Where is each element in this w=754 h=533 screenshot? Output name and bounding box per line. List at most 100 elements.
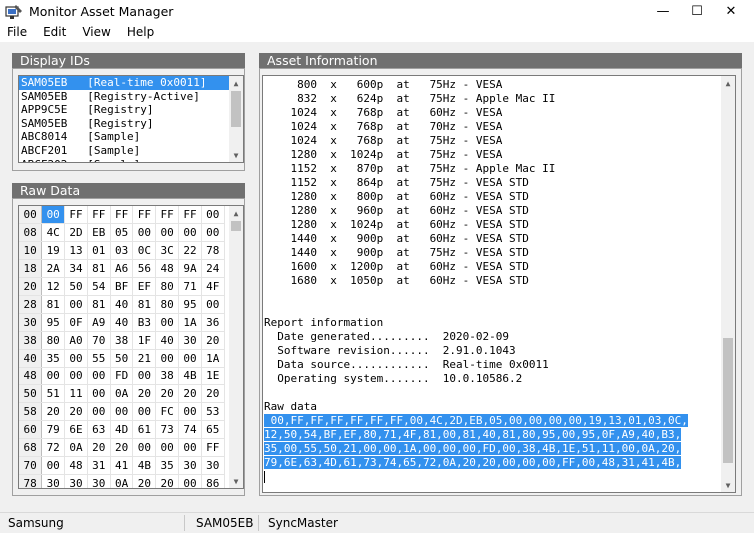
hex-byte-cell[interactable]: A0 [64,331,88,350]
hex-byte-cell[interactable]: 20 [110,438,134,457]
hex-byte-cell[interactable]: 20 [132,474,157,488]
scroll-down-icon[interactable]: ▼ [229,148,243,162]
hex-byte-cell[interactable]: 30 [178,456,202,475]
hex-byte-cell[interactable]: 21 [132,349,157,368]
hex-byte-cell[interactable]: 3C [155,241,180,261]
hex-byte-cell[interactable]: 4B [132,456,157,475]
hex-byte-cell[interactable]: 22 [178,241,202,261]
hex-byte-cell[interactable]: 00 [201,206,225,225]
hex-byte-cell[interactable]: 20 [64,402,88,422]
hex-byte-cell[interactable]: 00 [87,402,111,422]
hex-byte-cell[interactable]: 0F [64,313,88,332]
hex-byte-cell[interactable]: 40 [110,313,134,332]
display-id-item[interactable]: SAM05EB [Registry-Active] [19,90,243,104]
hex-byte-cell[interactable]: 0C [132,241,157,261]
hex-byte-cell[interactable]: 95 [41,313,66,332]
asset-information-text[interactable]: 800 x 600p at 75Hz - VESA 832 x 624p at … [262,75,736,493]
hex-byte-cell[interactable]: 65 [201,420,225,440]
hex-byte-cell[interactable]: 95 [178,295,202,314]
hex-byte-cell[interactable]: 20 [87,438,111,457]
display-ids-list[interactable]: SAM05EB [Real-time 0x0011] SAM05EB [Regis… [18,75,244,163]
hex-byte-cell[interactable]: 55 [87,349,111,368]
raw-data-scrollbar[interactable]: ▲ ▼ [229,206,243,488]
display-id-item[interactable]: ABCF201 [Sample] [19,144,243,158]
hex-byte-cell[interactable]: 0A [110,474,134,488]
hex-byte-cell[interactable]: 41 [110,456,134,475]
hex-byte-cell[interactable]: 0A [110,384,134,404]
menu-file[interactable]: File [0,23,35,42]
hex-byte-cell[interactable]: 50 [64,277,88,296]
hex-byte-cell[interactable]: FC [155,402,180,422]
hex-byte-cell[interactable]: 72 [41,438,66,457]
hex-byte-cell[interactable]: 20 [41,402,66,422]
hex-byte-cell[interactable]: 73 [155,420,180,440]
hex-byte-cell[interactable]: 12 [41,277,66,296]
hex-byte-cell[interactable]: 20 [201,384,225,404]
hex-byte-cell[interactable]: 20 [155,384,180,404]
hex-byte-cell[interactable]: 48 [64,456,88,475]
hex-byte-cell[interactable]: 00 [155,313,180,332]
hex-byte-cell[interactable]: 56 [132,259,157,279]
menu-view[interactable]: View [74,23,118,42]
hex-byte-cell[interactable]: 20 [178,384,202,404]
hex-byte-cell[interactable]: FF [87,206,111,225]
hex-byte-cell[interactable]: B3 [132,313,157,332]
hex-byte-cell[interactable]: 00 [41,456,66,475]
hex-byte-cell[interactable]: 00 [178,438,202,457]
hex-byte-cell[interactable]: 00 [201,295,225,314]
hex-byte-cell[interactable]: 81 [87,259,111,279]
hex-byte-cell[interactable]: FF [132,206,157,225]
hex-byte-cell[interactable]: 4D [110,420,134,440]
hex-byte-cell[interactable]: 03 [110,241,134,261]
hex-byte-cell[interactable]: 71 [178,277,202,296]
hex-byte-cell[interactable]: 4B [178,367,202,386]
hex-byte-cell[interactable]: 70 [87,331,111,350]
hex-byte-cell[interactable]: 2D [64,223,88,243]
hex-byte-cell[interactable]: 35 [41,349,66,368]
hex-byte-cell[interactable]: 00 [132,402,157,422]
hex-byte-cell[interactable]: 20 [155,474,180,488]
hex-byte-cell[interactable]: 00 [41,206,66,225]
hex-byte-cell[interactable]: 4C [41,223,66,243]
scroll-up-icon[interactable]: ▲ [721,76,735,90]
hex-byte-cell[interactable]: 38 [110,331,134,350]
hex-byte-cell[interactable]: 35 [155,456,180,475]
hex-byte-cell[interactable]: 79 [41,420,66,440]
hex-byte-cell[interactable]: 61 [132,420,157,440]
display-id-item[interactable]: APP9C5E [Registry] [19,103,243,117]
hex-byte-cell[interactable]: FF [201,438,225,457]
hex-byte-cell[interactable]: 00 [178,349,202,368]
scrollbar-thumb[interactable] [231,91,241,127]
display-id-item[interactable]: ABCF202 [Sample] [19,158,243,162]
scroll-up-icon[interactable]: ▲ [229,76,243,90]
hex-byte-cell[interactable]: 00 [110,402,134,422]
hex-byte-cell[interactable]: 00 [132,367,157,386]
hex-byte-cell[interactable]: 80 [41,331,66,350]
scrollbar-thumb[interactable] [723,338,733,463]
hex-byte-cell[interactable]: 00 [178,223,202,243]
hex-byte-cell[interactable]: 05 [110,223,134,243]
menu-edit[interactable]: Edit [35,23,74,42]
hex-byte-cell[interactable]: 30 [41,474,66,488]
hex-byte-cell[interactable]: 24 [201,259,225,279]
hex-byte-cell[interactable]: 74 [178,420,202,440]
hex-byte-cell[interactable]: FF [64,206,88,225]
scroll-down-icon[interactable]: ▼ [721,478,735,492]
hex-byte-cell[interactable]: 00 [178,474,202,488]
hex-byte-cell[interactable]: 30 [64,474,88,488]
hex-byte-cell[interactable]: 00 [155,438,180,457]
hex-byte-cell[interactable]: 1E [201,367,225,386]
hex-byte-cell[interactable]: FF [178,206,202,225]
asset-info-scrollbar[interactable]: ▲ ▼ [721,76,735,492]
hex-byte-cell[interactable]: 00 [64,349,88,368]
scrollbar-thumb[interactable] [231,221,241,231]
hex-byte-cell[interactable]: 00 [132,438,157,457]
hex-byte-cell[interactable]: 20 [132,384,157,404]
hex-byte-cell[interactable]: 30 [201,456,225,475]
hex-byte-cell[interactable]: 1A [178,313,202,332]
display-id-item[interactable]: SAM05EB [Registry] [19,117,243,131]
hex-byte-cell[interactable]: 63 [87,420,111,440]
hex-byte-cell[interactable]: 00 [87,384,111,404]
hex-byte-cell[interactable]: 30 [178,331,202,350]
hex-byte-cell[interactable]: 38 [155,367,180,386]
